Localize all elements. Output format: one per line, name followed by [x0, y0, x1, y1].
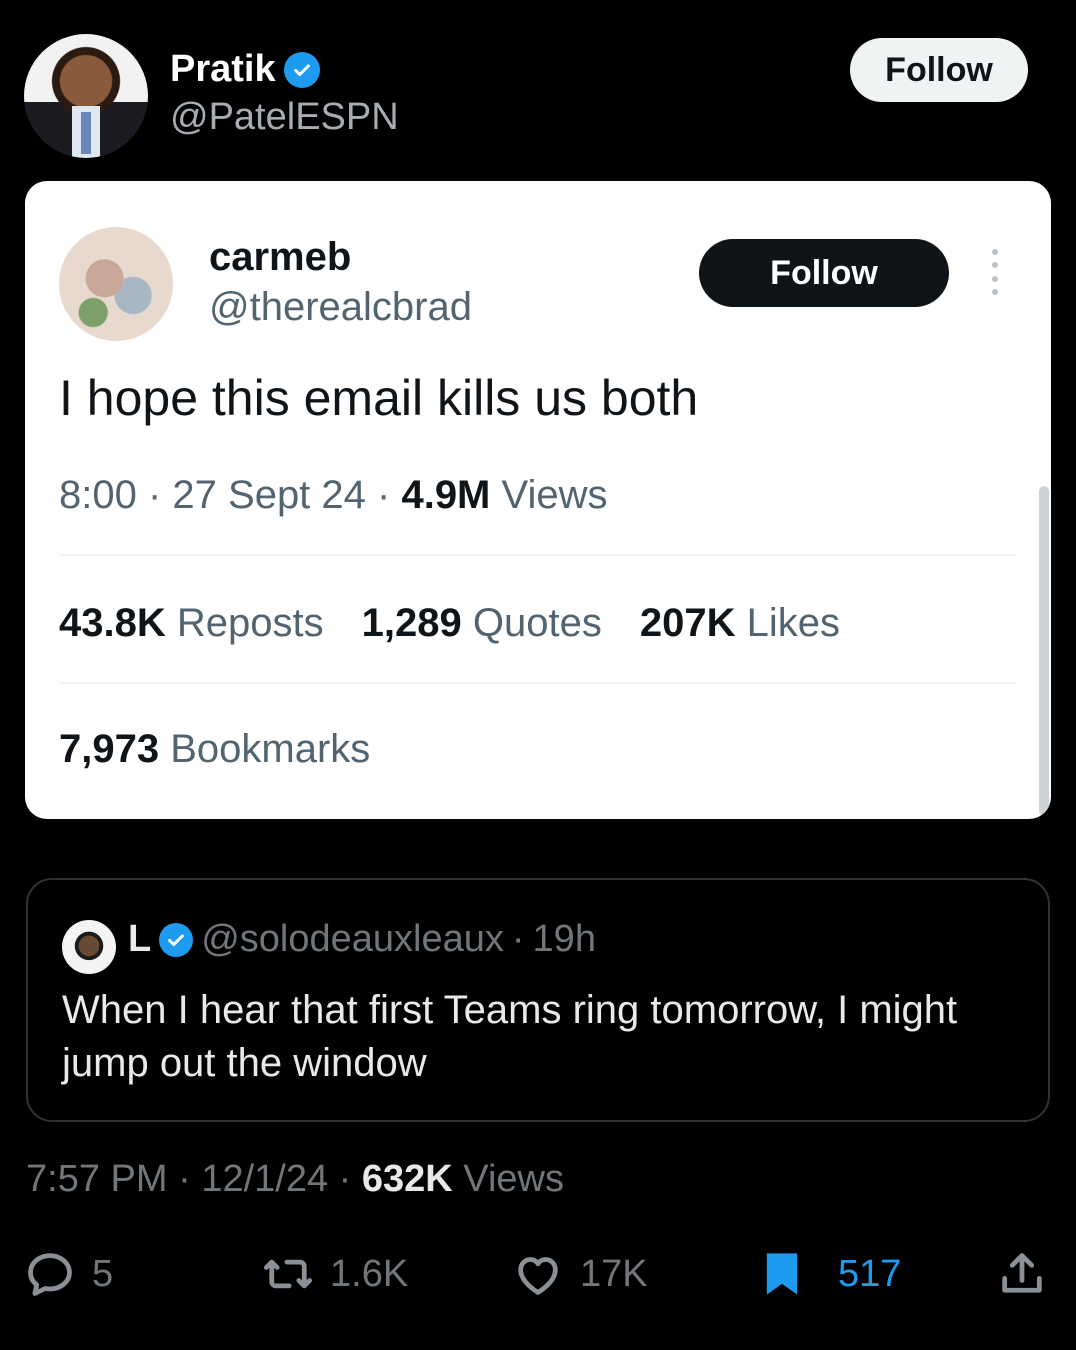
- repost-icon: [263, 1259, 313, 1289]
- reply-count: 5: [92, 1252, 114, 1295]
- embedded-tweet-meta: 8:00 · 27 Sept 24 · 4.9M Views: [59, 473, 608, 517]
- views-count: 632K: [361, 1158, 453, 1200]
- embedded-tweet-text: I hope this email kills us both: [59, 370, 699, 426]
- embedded-date: 27 Sept 24: [172, 473, 366, 517]
- reply-icon: [28, 1253, 72, 1296]
- divider: [59, 682, 1017, 684]
- bookmark-count: 517: [838, 1252, 902, 1295]
- author-avatar[interactable]: [24, 34, 148, 158]
- quoted-author-avatar[interactable]: [62, 920, 116, 974]
- embedded-views-label: Views: [501, 473, 608, 517]
- follow-button[interactable]: Follow: [850, 38, 1028, 102]
- bookmark-button[interactable]: 517: [756, 1244, 901, 1304]
- embedded-stats: 43.8K Reposts 1,289 Quotes 207K Likes: [59, 601, 840, 646]
- embedded-reposts: 43.8K Reposts: [59, 601, 324, 645]
- reply-button[interactable]: 5: [24, 1244, 113, 1304]
- embedded-likes: 207K Likes: [639, 601, 840, 645]
- quoted-tweet-age: 19h: [532, 918, 596, 960]
- quoted-author-name[interactable]: L: [128, 918, 151, 961]
- author-name-row[interactable]: Pratik: [170, 48, 320, 91]
- bookmark-icon: [766, 1253, 798, 1295]
- embedded-follow-button: Follow: [699, 239, 949, 307]
- tweet-date[interactable]: 12/1/24: [201, 1158, 328, 1200]
- more-options-icon: [983, 249, 1007, 295]
- verified-badge-icon: [283, 51, 320, 88]
- share-icon: [1002, 1253, 1042, 1293]
- heart-icon: [518, 1257, 558, 1295]
- embedded-author-handle: @therealcbrad: [209, 285, 472, 329]
- quoted-tweet[interactable]: L @solodeauxleaux · 19h When I hear that…: [26, 878, 1050, 1122]
- quoted-tweet-text: When I hear that first Teams ring tomorr…: [62, 988, 958, 1085]
- embedded-author-avatar: [59, 227, 173, 341]
- scrollbar: [1039, 486, 1049, 816]
- author-handle[interactable]: @PatelESPN: [170, 96, 399, 139]
- quoted-author-handle[interactable]: @solodeauxleaux: [201, 918, 504, 961]
- repost-count: 1.6K: [330, 1252, 409, 1295]
- embedded-quotes: 1,289 Quotes: [361, 601, 602, 645]
- tweet-time[interactable]: 7:57 PM: [26, 1158, 168, 1200]
- share-button[interactable]: [996, 1244, 1048, 1304]
- views-label: Views: [463, 1158, 564, 1200]
- embedded-author-name: carmeb: [209, 235, 352, 279]
- embedded-tweet-image[interactable]: carmeb @therealcbrad Follow I hope this …: [25, 181, 1051, 819]
- verified-badge-icon: [159, 922, 194, 957]
- separator-dot: ·: [511, 918, 525, 960]
- quoted-tweet-header: L @solodeauxleaux · 19h: [128, 918, 596, 961]
- divider: [59, 554, 1017, 556]
- repost-button[interactable]: 1.6K: [262, 1244, 408, 1304]
- author-name[interactable]: Pratik: [170, 48, 276, 91]
- tweet-meta: 7:57 PM · 12/1/24 · 632K Views: [26, 1158, 564, 1200]
- embedded-views-count: 4.9M: [401, 473, 491, 517]
- like-button[interactable]: 17K: [512, 1244, 648, 1304]
- like-count: 17K: [580, 1252, 648, 1295]
- embedded-bookmarks: 7,973 Bookmarks: [59, 727, 371, 771]
- embedded-time: 8:00: [59, 473, 137, 517]
